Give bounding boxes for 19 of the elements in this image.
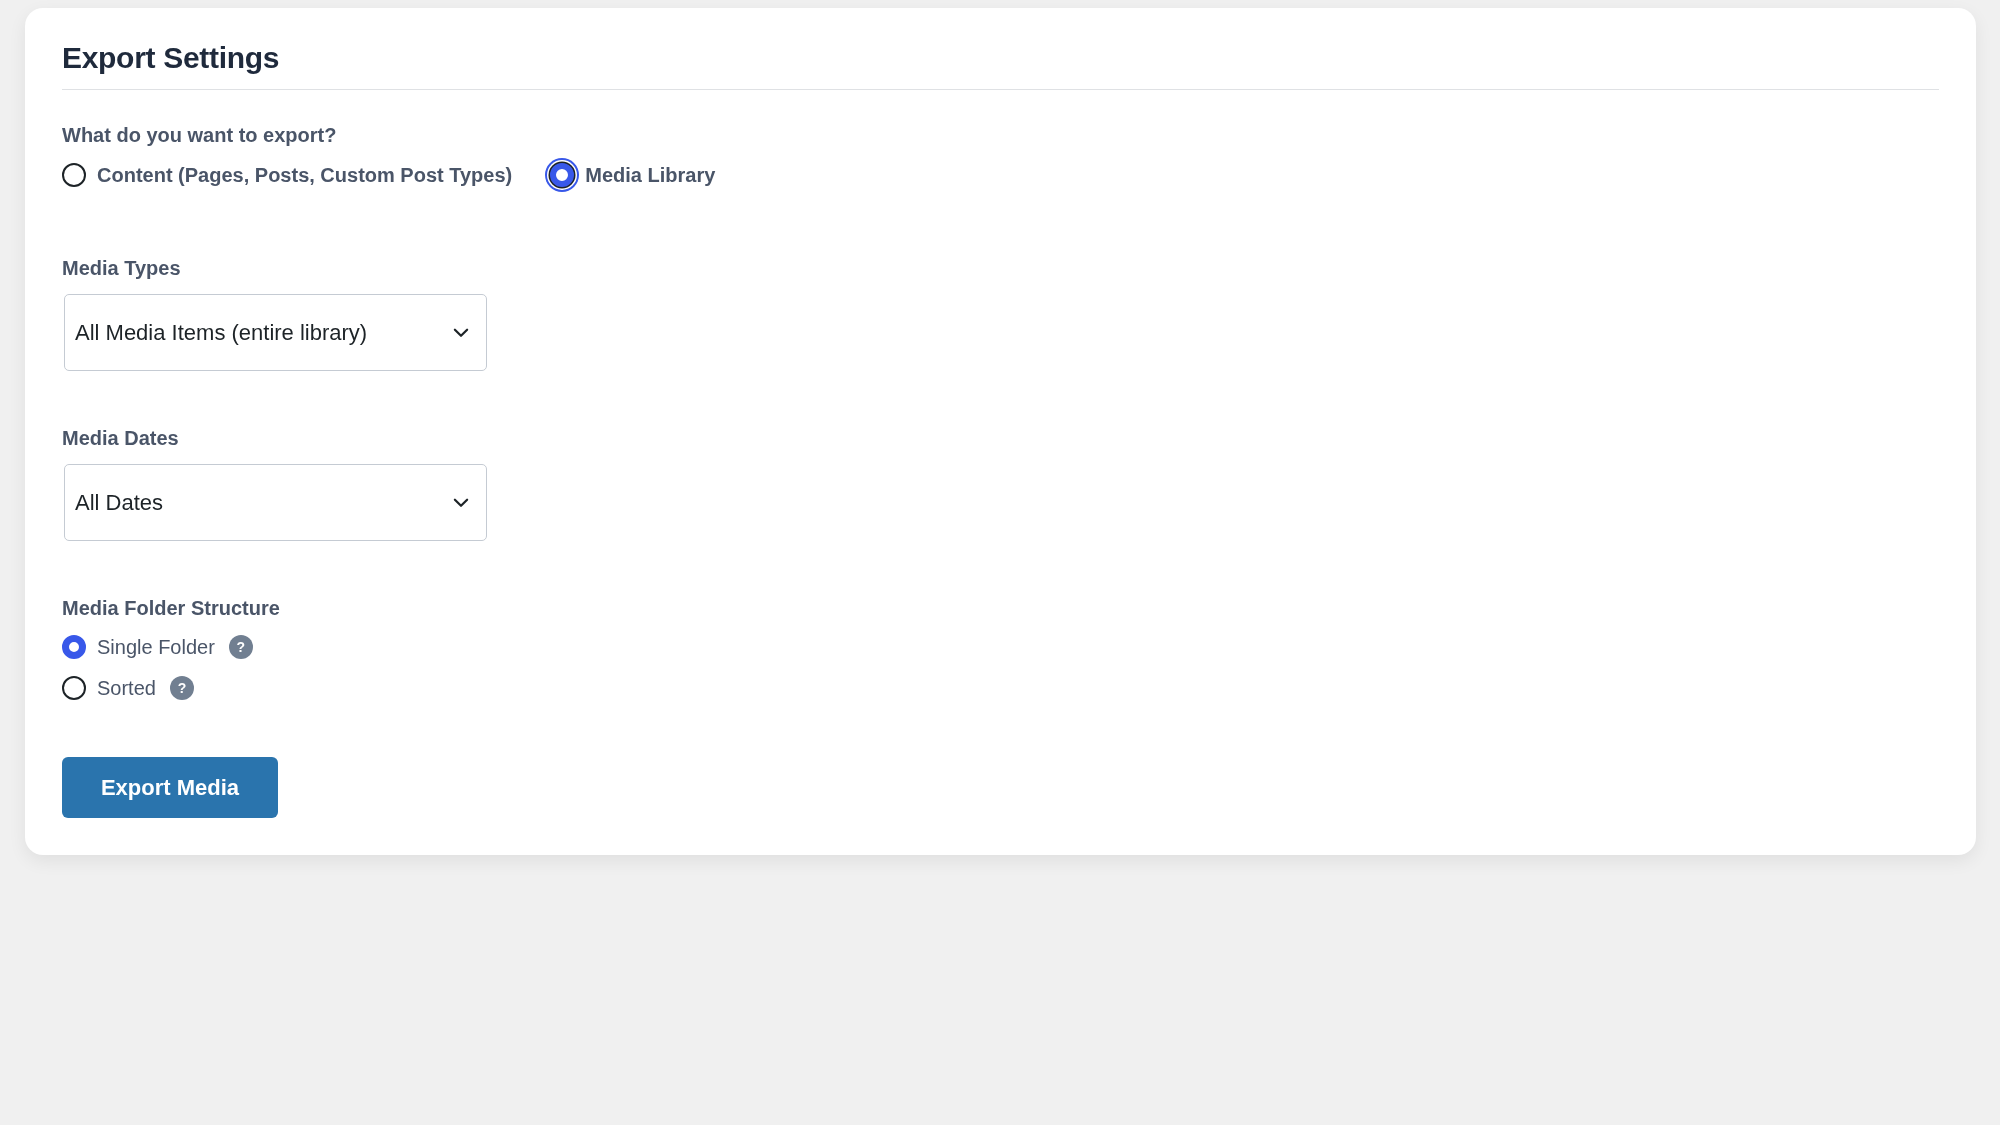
- radio-label[interactable]: Content (Pages, Posts, Custom Post Types): [97, 163, 513, 187]
- chevron-down-icon: [453, 327, 469, 338]
- field-label: What do you want to export?: [62, 123, 337, 147]
- radio-label[interactable]: Media Library: [585, 163, 716, 187]
- field-label: Media Dates: [62, 426, 179, 450]
- chevron-down-icon: [453, 497, 469, 508]
- field-label: Media Folder Structure: [62, 596, 280, 620]
- radio-label[interactable]: Sorted: [97, 676, 156, 700]
- media-dates-select[interactable]: All Dates: [64, 464, 487, 541]
- radio-button[interactable]: [62, 676, 86, 700]
- section-title: Export Settings: [62, 40, 280, 76]
- help-icon[interactable]: ?: [228, 635, 253, 659]
- media-types-select[interactable]: All Media Items (entire library): [64, 294, 487, 371]
- export-media-button[interactable]: Export Media: [62, 757, 278, 818]
- radio-label[interactable]: Single Folder: [97, 635, 215, 659]
- radio-button[interactable]: [62, 635, 86, 659]
- radio-button[interactable]: [62, 163, 86, 187]
- help-icon[interactable]: ?: [169, 676, 194, 700]
- field-label: Media Types: [62, 256, 181, 280]
